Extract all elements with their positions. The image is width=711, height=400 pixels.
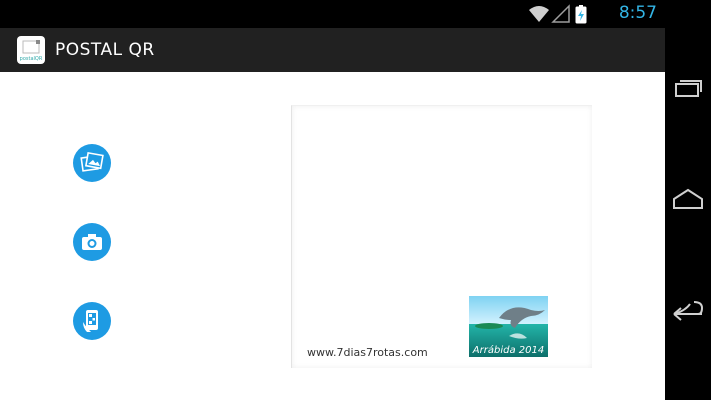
navigation-bar (665, 0, 711, 400)
recent-apps-button[interactable] (671, 74, 705, 104)
stamp-image: Arrábida 2014 (469, 296, 548, 357)
postcard-preview: Arrábida 2014 www.7dias7rotas.com (291, 105, 592, 368)
postcard-url: www.7dias7rotas.com (307, 346, 428, 359)
home-button[interactable] (671, 184, 705, 214)
app-logo[interactable]: postalQR (17, 36, 45, 64)
qr-scan-button[interactable] (73, 302, 111, 340)
action-bar: postalQR POSTAL QR (0, 28, 665, 72)
recent-apps-icon (675, 80, 702, 97)
image-gallery-icon (80, 151, 104, 172)
signal-icon (551, 4, 570, 23)
status-icons (527, 4, 595, 24)
camera-button[interactable] (73, 223, 111, 261)
app-title: POSTAL QR (55, 40, 155, 60)
stamp-label: Arrábida 2014 (472, 345, 545, 356)
gallery-button[interactable] (73, 144, 111, 182)
status-bar: 8:57 (0, 0, 665, 28)
home-icon (673, 188, 703, 209)
camera-icon (82, 234, 102, 250)
back-button[interactable] (671, 296, 705, 326)
battery-icon (575, 5, 587, 24)
status-time: 8:57 (618, 3, 657, 23)
back-icon (673, 301, 704, 321)
qr-phone-icon (83, 310, 98, 332)
app-screen: 8:57 postalQR POSTAL QR Arrábida 2014 ww… (0, 0, 665, 400)
svg-text:postalQR: postalQR (20, 56, 43, 62)
wifi-icon (529, 6, 549, 22)
